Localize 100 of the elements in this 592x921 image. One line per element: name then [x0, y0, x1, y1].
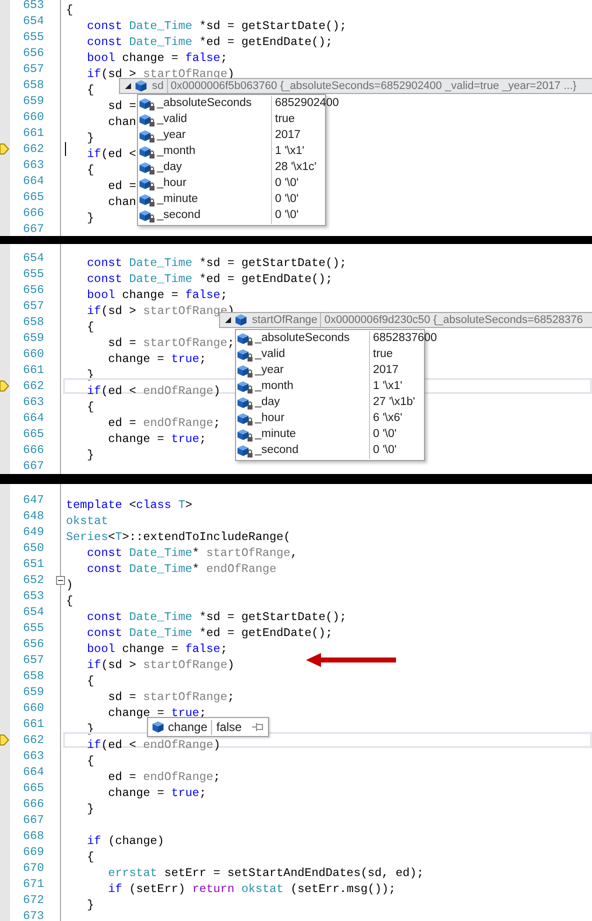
member-value: 0 '\0'	[274, 176, 299, 192]
line-number: 658	[22, 314, 44, 330]
line-number: 669	[22, 844, 44, 860]
member-name: _hour	[255, 411, 284, 426]
line-number: 661	[22, 125, 44, 141]
member-name: _year	[157, 128, 186, 144]
line-number: 659	[22, 684, 44, 700]
member-name: _minute	[255, 427, 296, 442]
line-number: 664	[22, 173, 44, 189]
code-line: }	[86, 448, 94, 462]
line-number: 651	[22, 556, 44, 572]
member-value: 1 '\x1'	[372, 379, 402, 394]
member-value: 6852837600	[372, 331, 437, 346]
field-lock-icon	[139, 178, 155, 190]
member-name: _minute	[157, 192, 198, 208]
member-name: _absoluteSeconds	[157, 96, 252, 112]
code-line: sd = startOfRange;	[107, 336, 234, 350]
object-icon	[235, 314, 247, 326]
code-line: change = true;	[107, 786, 206, 800]
code-line: )	[66, 578, 74, 592]
field-lock-icon	[139, 130, 155, 142]
code-line: }	[86, 898, 94, 912]
pin-icon[interactable]	[252, 722, 264, 732]
member-name: _year	[255, 363, 284, 378]
code-line: okstat	[66, 514, 108, 528]
variable-name: startOfRange	[251, 313, 318, 327]
member-name: _valid	[255, 347, 286, 362]
code-line: const Date_Time *ed = getEndDate();	[86, 626, 333, 640]
code-line: sd =	[107, 99, 136, 113]
code-line: chan	[107, 115, 136, 129]
line-number: 659	[22, 330, 44, 346]
line-number: 667	[22, 458, 44, 474]
member-value: 6 '\x6'	[372, 411, 402, 426]
code-line: const Date_Time *ed = getEndDate();	[86, 272, 333, 286]
code-line: }	[86, 802, 94, 816]
line-number: 657	[22, 61, 44, 77]
code-line: {	[86, 320, 94, 334]
line-number: 649	[22, 524, 44, 540]
field-lock-icon	[237, 412, 253, 426]
line-number: 666	[22, 796, 44, 812]
code-line: template <class T>	[66, 498, 192, 512]
line-number: 647	[22, 492, 44, 508]
line-number: 648	[22, 508, 44, 524]
code-line: {	[86, 83, 94, 97]
member-value: 0 '\0'	[274, 192, 299, 208]
code-line: const Date_Time *sd = getStartDate();	[86, 19, 347, 33]
line-number: 662	[22, 141, 44, 157]
line-number: 657	[22, 298, 44, 314]
line-number: 655	[22, 29, 44, 45]
code-line: const Date_Time *ed = getEndDate();	[86, 35, 333, 49]
object-icon	[152, 721, 164, 733]
line-number: 655	[22, 266, 44, 282]
member-value: 0 '\0'	[274, 208, 299, 224]
code-line: chan	[107, 195, 136, 209]
field-lock-icon	[139, 162, 155, 174]
line-number: 654	[22, 250, 44, 266]
member-name: _hour	[157, 176, 186, 192]
code-line: {	[66, 3, 74, 17]
expand-triangle-icon[interactable]	[124, 82, 132, 90]
expand-triangle-icon[interactable]	[224, 316, 232, 324]
line-number: 656	[22, 282, 44, 298]
member-name: _day	[255, 395, 280, 410]
member-value: 1 '\x1'	[274, 144, 304, 160]
line-number: 666	[22, 205, 44, 221]
line-number: 650	[22, 540, 44, 556]
line-number: 665	[22, 780, 44, 796]
field-lock-icon	[237, 428, 253, 442]
code-line: {	[86, 754, 94, 768]
code-line: errstat setErr = setStartAndEndDates(sd, ed);	[107, 866, 424, 880]
object-icon	[135, 80, 147, 92]
code-line: ed = endOfRange;	[107, 416, 220, 430]
line-number: 665	[22, 426, 44, 442]
line-number: 670	[22, 860, 44, 876]
member-value: 6852902400	[274, 96, 339, 112]
field-lock-icon	[237, 444, 253, 458]
field-lock-icon	[139, 194, 155, 206]
code-line: if(ed < endOfRange)	[86, 738, 220, 752]
member-name: _second	[157, 208, 200, 224]
line-number: 660	[22, 700, 44, 716]
field-lock-icon	[237, 396, 253, 410]
code-line: ed = endOfRange;	[107, 770, 220, 784]
code-line: if (setErr) return okstat (setErr.msg());	[107, 882, 396, 896]
line-number: 655	[22, 620, 44, 636]
code-line: }	[86, 211, 94, 225]
code-line: if(ed <	[86, 147, 136, 161]
member-value: 27 '\x1b'	[372, 395, 416, 410]
line-number: 662	[22, 732, 44, 748]
field-lock-icon	[139, 98, 155, 110]
field-lock-icon	[237, 348, 253, 362]
variable-value: false	[216, 719, 242, 736]
code-line: {	[66, 594, 74, 608]
line-number: 672	[22, 892, 44, 908]
code-line: bool change = false;	[86, 288, 228, 302]
field-lock-icon	[237, 332, 253, 346]
member-name: _second	[255, 443, 298, 458]
code-line: if (change)	[86, 834, 164, 848]
line-number: 656	[22, 636, 44, 652]
code-line: {	[86, 850, 94, 864]
collapse-icon[interactable]	[56, 576, 65, 585]
line-number: 671	[22, 876, 44, 892]
